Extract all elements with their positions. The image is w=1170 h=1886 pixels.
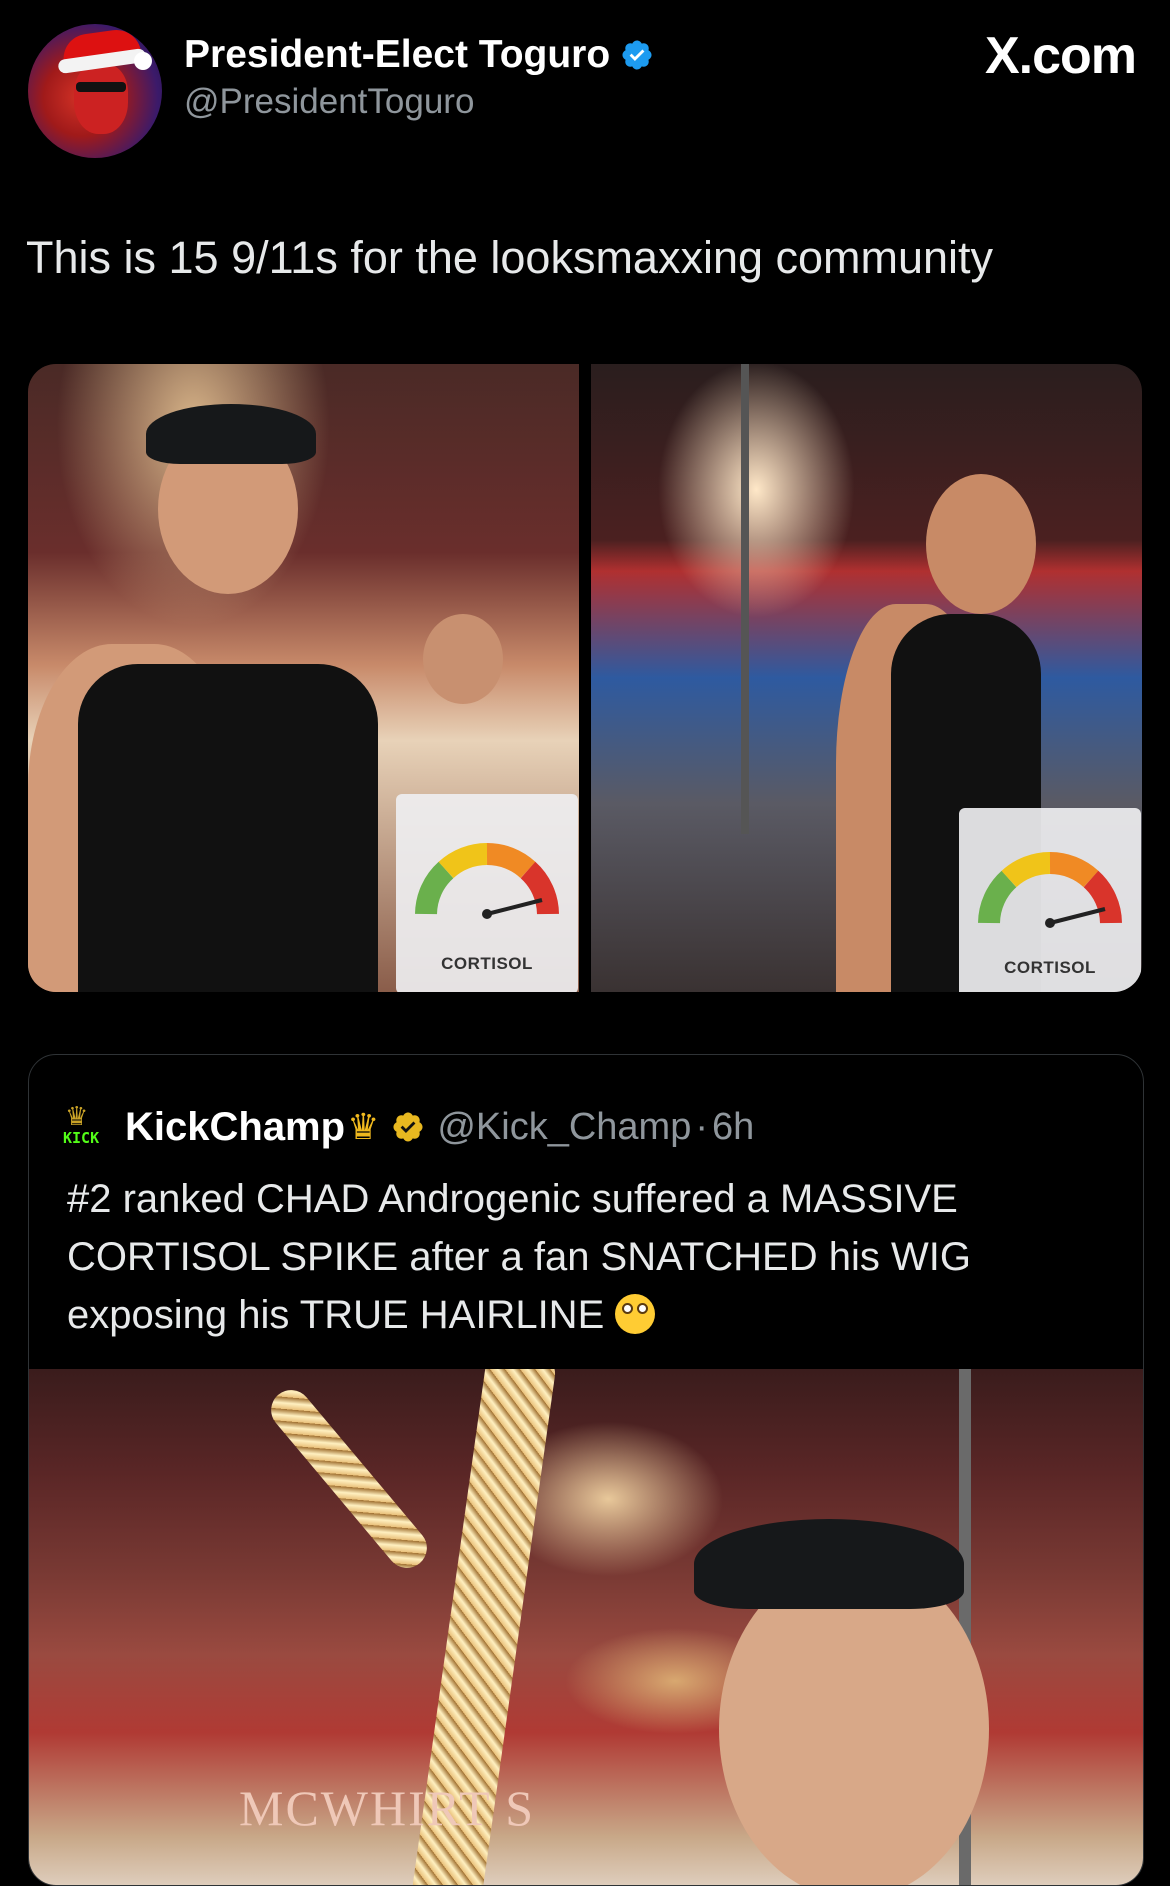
- quoted-author-display-name[interactable]: KickChamp: [125, 1105, 345, 1150]
- author-display-name[interactable]: President-Elect Toguro: [184, 33, 610, 77]
- quoted-tweet-header: ♛ KICK KickChamp ♛ @Kick_Champ · 6h: [63, 1099, 754, 1155]
- crown-icon: ♛: [65, 1101, 89, 1131]
- time-separator: ·: [695, 1105, 708, 1148]
- tweet-media-grid: CORTISOL CORTISOL: [28, 364, 1142, 992]
- street-pole: [741, 364, 749, 834]
- verified-badge-icon: [622, 40, 652, 70]
- quoted-timestamp[interactable]: 6h: [712, 1106, 754, 1149]
- quoted-tweet-text: #2 ranked CHAD Androgenic suffered a MAS…: [67, 1170, 1107, 1344]
- tweet-photo-2[interactable]: CORTISOL: [591, 364, 1142, 992]
- quoted-tweet-body: #2 ranked CHAD Androgenic suffered a MAS…: [67, 1177, 971, 1337]
- person-cap: [146, 404, 316, 464]
- avatar-face: [74, 64, 128, 134]
- site-label: X.com: [984, 27, 1137, 85]
- quoted-author-handle[interactable]: @Kick_Champ: [437, 1106, 691, 1149]
- cortisol-gauge: CORTISOL: [396, 794, 578, 992]
- quoted-tweet-card[interactable]: ♛ KICK KickChamp ♛ @Kick_Champ · 6h #2 r…: [28, 1054, 1144, 1886]
- tweet-header: President-Elect Toguro @PresidentToguro …: [28, 20, 1142, 160]
- quoted-author-avatar[interactable]: ♛ KICK: [63, 1103, 111, 1151]
- avatar-glasses: [76, 82, 126, 92]
- cortisol-gauge: CORTISOL: [959, 808, 1141, 992]
- store-sign: MCWHIRT S: [239, 1780, 536, 1836]
- person-head: [926, 474, 1036, 614]
- author-name-row: President-Elect Toguro: [184, 30, 654, 80]
- gauge-label: CORTISOL: [1004, 958, 1096, 977]
- tweet-text: This is 15 9/11s for the looksmaxxing co…: [26, 232, 994, 283]
- author-handle[interactable]: @PresidentToguro: [184, 82, 474, 122]
- quoted-tweet-photo[interactable]: MCWHIRT S: [29, 1369, 1143, 1885]
- person-tank-top: [78, 664, 378, 992]
- lit-tree-branch: [262, 1381, 436, 1577]
- bystander-face: [423, 614, 503, 704]
- tweet-photo-1[interactable]: CORTISOL: [28, 364, 579, 992]
- flushed-face-icon: [615, 1294, 656, 1334]
- kick-logo: KICK: [63, 1129, 100, 1147]
- santa-hat-pom: [134, 52, 152, 70]
- verified-badge-icon: [393, 1112, 423, 1142]
- person-cap: [694, 1519, 964, 1609]
- gauge-label: CORTISOL: [441, 954, 533, 973]
- crown-emoji-icon: ♛: [347, 1106, 380, 1147]
- author-avatar[interactable]: [28, 24, 162, 158]
